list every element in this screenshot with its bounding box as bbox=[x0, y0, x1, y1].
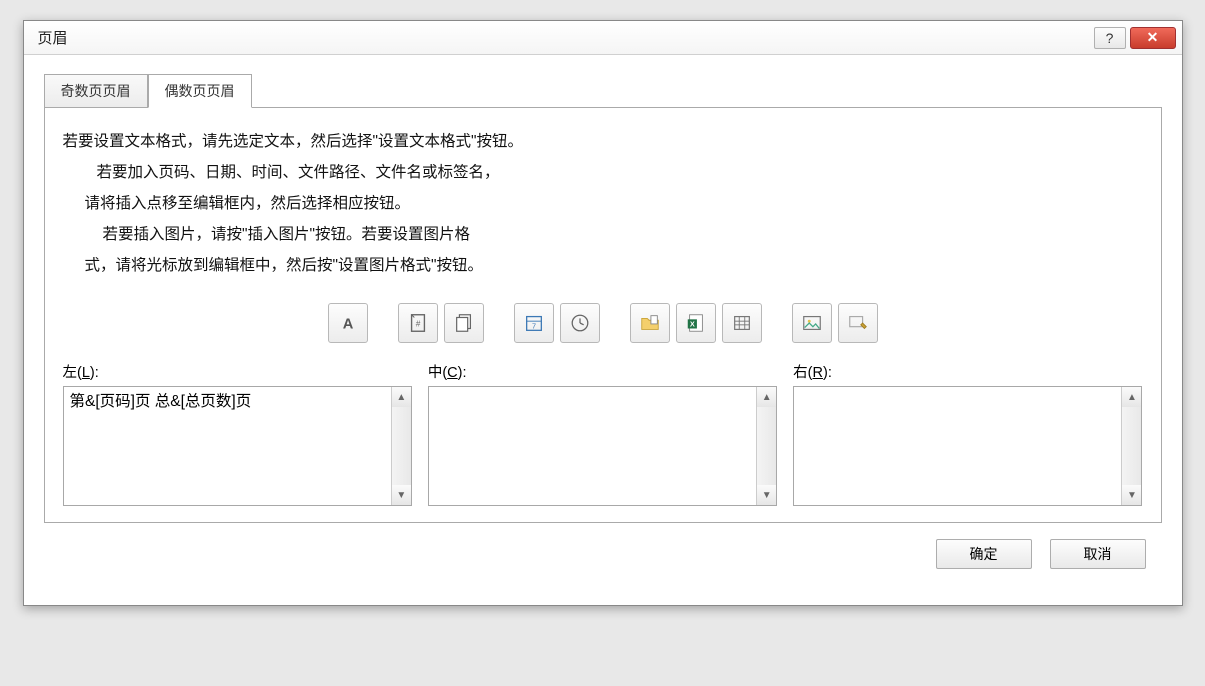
toolbar: A # 7 bbox=[63, 295, 1143, 361]
scroll-up-icon[interactable]: ▲ bbox=[757, 387, 776, 407]
date-button[interactable]: 7 bbox=[514, 303, 554, 343]
cancel-button[interactable]: 取消 bbox=[1050, 539, 1146, 569]
right-editbox-wrap: ▲ ▼ bbox=[793, 386, 1142, 506]
insert-picture-button[interactable] bbox=[792, 303, 832, 343]
pages-stack-icon bbox=[453, 312, 475, 334]
scroll-up-icon[interactable]: ▲ bbox=[1122, 387, 1141, 407]
center-section-label: 中(C): bbox=[428, 361, 777, 382]
instruction-line: 请将插入点移至编辑框内，然后选择相应按钮。 bbox=[63, 188, 1143, 219]
scroll-down-icon[interactable]: ▼ bbox=[757, 485, 776, 505]
left-section: 左(L): ▲ ▼ bbox=[63, 361, 412, 506]
center-editbox[interactable] bbox=[429, 387, 756, 505]
header-footer-dialog: 页眉 ? ✕ 奇数页页眉 偶数页页眉 若要设置文本格式，请先选定文本，然后选择"… bbox=[23, 20, 1183, 606]
scrollbar[interactable]: ▲ ▼ bbox=[756, 387, 776, 505]
scroll-down-icon[interactable]: ▼ bbox=[392, 485, 411, 505]
instruction-line: 若要插入图片，请按"插入图片"按钮。若要设置图片格 bbox=[63, 219, 1143, 250]
svg-text:7: 7 bbox=[531, 322, 535, 331]
scrollbar[interactable]: ▲ ▼ bbox=[1121, 387, 1141, 505]
excel-file-icon: X bbox=[685, 312, 707, 334]
instruction-line: 式，请将光标放到编辑框中，然后按"设置图片格式"按钮。 bbox=[63, 250, 1143, 281]
picture-icon bbox=[801, 312, 823, 334]
tab-panel: 若要设置文本格式，请先选定文本，然后选择"设置文本格式"按钮。 若要加入页码、日… bbox=[44, 107, 1162, 523]
letter-a-icon: A bbox=[337, 312, 359, 334]
format-picture-button[interactable] bbox=[838, 303, 878, 343]
scroll-down-icon[interactable]: ▼ bbox=[1122, 485, 1141, 505]
picture-settings-icon bbox=[847, 312, 869, 334]
instruction-line: 若要设置文本格式，请先选定文本，然后选择"设置文本格式"按钮。 bbox=[63, 126, 1143, 157]
dialog-title: 页眉 bbox=[38, 27, 1090, 48]
file-path-button[interactable] bbox=[630, 303, 670, 343]
page-number-button[interactable]: # bbox=[398, 303, 438, 343]
time-button[interactable] bbox=[560, 303, 600, 343]
tab-even-header[interactable]: 偶数页页眉 bbox=[148, 74, 252, 108]
left-section-label: 左(L): bbox=[63, 361, 412, 382]
right-section: 右(R): ▲ ▼ bbox=[793, 361, 1142, 506]
left-editbox[interactable] bbox=[64, 387, 391, 505]
number-of-pages-button[interactable] bbox=[444, 303, 484, 343]
left-editbox-wrap: ▲ ▼ bbox=[63, 386, 412, 506]
instruction-line: 若要加入页码、日期、时间、文件路径、文件名或标签名， bbox=[63, 157, 1143, 188]
ok-button[interactable]: 确定 bbox=[936, 539, 1032, 569]
svg-text:#: # bbox=[415, 320, 420, 329]
instructions: 若要设置文本格式，请先选定文本，然后选择"设置文本格式"按钮。 若要加入页码、日… bbox=[63, 124, 1143, 295]
tab-row: 奇数页页眉 偶数页页眉 bbox=[44, 73, 1162, 107]
scrollbar[interactable]: ▲ ▼ bbox=[391, 387, 411, 505]
calendar-icon: 7 bbox=[523, 312, 545, 334]
tab-odd-header[interactable]: 奇数页页眉 bbox=[44, 74, 148, 108]
right-section-label: 右(R): bbox=[793, 361, 1142, 382]
center-editbox-wrap: ▲ ▼ bbox=[428, 386, 777, 506]
scroll-up-icon[interactable]: ▲ bbox=[392, 387, 411, 407]
dialog-content: 奇数页页眉 偶数页页眉 若要设置文本格式，请先选定文本，然后选择"设置文本格式"… bbox=[24, 55, 1182, 605]
format-text-button[interactable]: A bbox=[328, 303, 368, 343]
center-section: 中(C): ▲ ▼ bbox=[428, 361, 777, 506]
close-button[interactable]: ✕ bbox=[1130, 27, 1176, 49]
folder-page-icon bbox=[639, 312, 661, 334]
sections-row: 左(L): ▲ ▼ 中(C): bbox=[63, 361, 1143, 522]
right-editbox[interactable] bbox=[794, 387, 1121, 505]
sheet-name-button[interactable] bbox=[722, 303, 762, 343]
dialog-footer: 确定 取消 bbox=[44, 523, 1162, 587]
help-button[interactable]: ? bbox=[1094, 27, 1126, 49]
page-hash-icon: # bbox=[407, 312, 429, 334]
sheet-grid-icon bbox=[731, 312, 753, 334]
svg-text:A: A bbox=[342, 317, 353, 333]
clock-icon bbox=[569, 312, 591, 334]
titlebar: 页眉 ? ✕ bbox=[24, 21, 1182, 55]
file-name-button[interactable]: X bbox=[676, 303, 716, 343]
svg-text:X: X bbox=[689, 320, 694, 329]
